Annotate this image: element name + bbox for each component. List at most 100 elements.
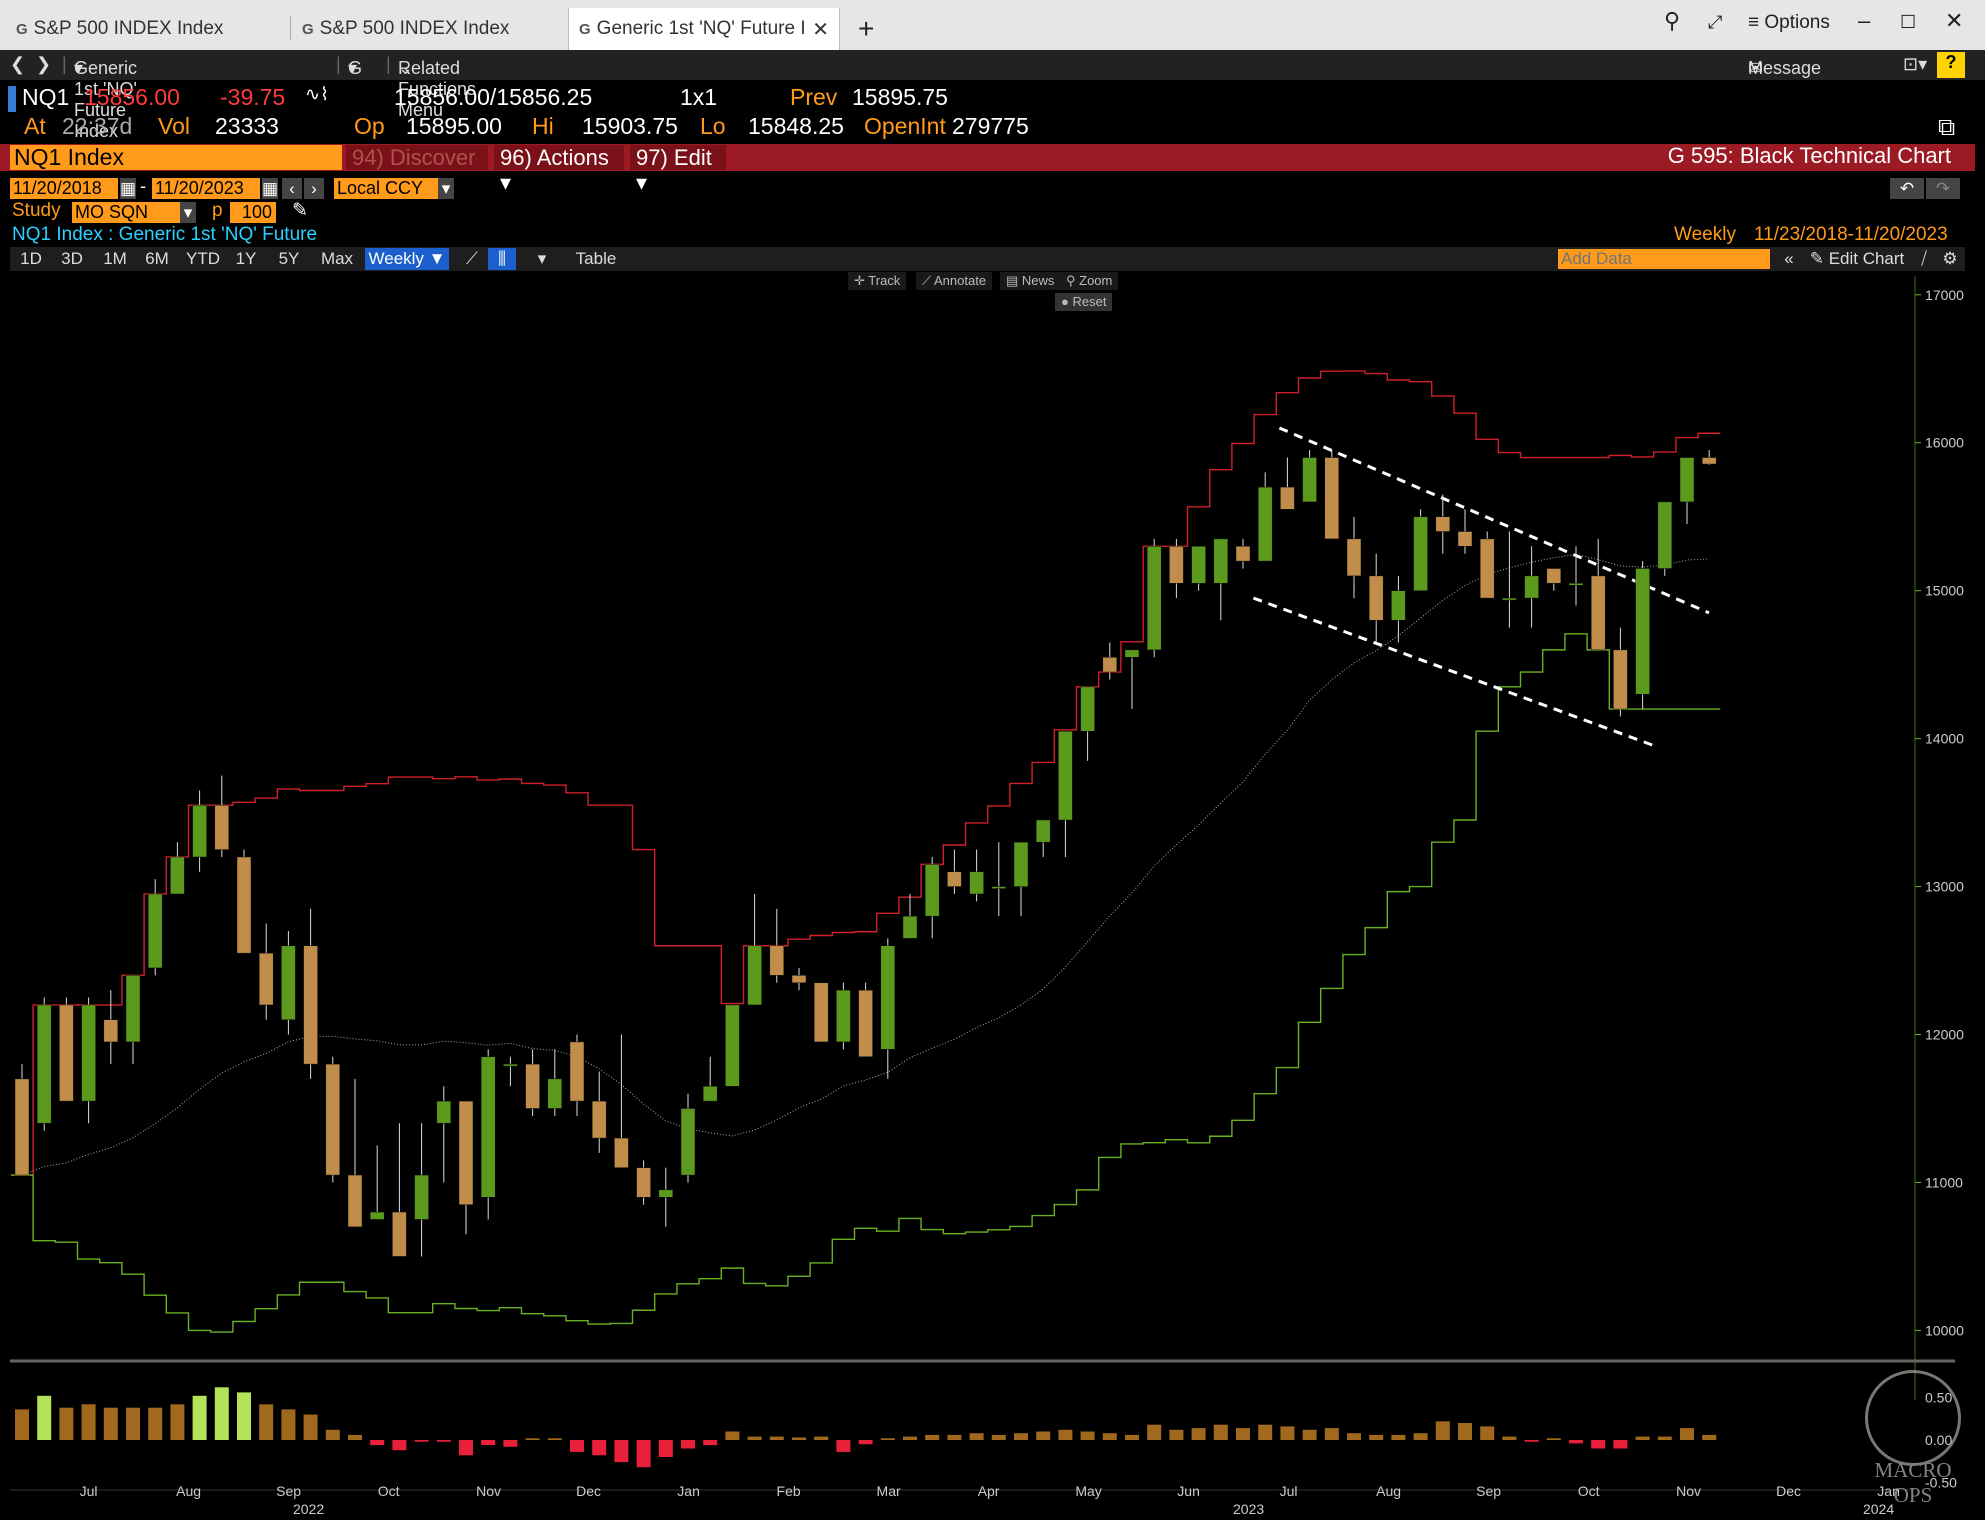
currency-select[interactable]: Local CCY (334, 178, 438, 199)
candle-body (969, 871, 984, 895)
y-tick-label: 10000 (1925, 1322, 1964, 1338)
hist-bar (148, 1407, 163, 1440)
hist-bar (525, 1438, 540, 1440)
hist-bar (237, 1392, 251, 1440)
candle (1191, 546, 1206, 591)
hist-bar (1657, 1436, 1672, 1440)
maximize-icon[interactable]: ☐ (1900, 12, 1916, 33)
fullscreen-icon[interactable]: ⤢ (1708, 12, 1722, 33)
next-period-icon[interactable]: › (304, 178, 324, 199)
gear-icon[interactable]: ⚙ (1938, 248, 1962, 270)
candle-body (1035, 819, 1051, 843)
close-window-icon[interactable]: ✕ (1945, 8, 1963, 34)
chevron-down-icon[interactable]: ▾ (438, 178, 454, 199)
timeframe-6m[interactable]: 6M (138, 248, 176, 270)
watermark-logo: MACRO OPS (1858, 1370, 1968, 1507)
hist-bar (1169, 1429, 1184, 1440)
candle-body (1346, 538, 1362, 577)
x-month-label: May (1075, 1483, 1101, 1499)
timeframe-5y[interactable]: 5Y (268, 248, 310, 270)
candle-body (1169, 546, 1184, 584)
close-tab-icon[interactable]: ✕ (812, 17, 829, 42)
candle-body (303, 945, 318, 1065)
candle-body (1524, 575, 1539, 599)
price-chart[interactable]: 10000 11000 12000 13000 14000 15000 16000 17000… (0, 272, 1985, 1520)
candle-body (1502, 597, 1517, 601)
hist-bar (126, 1407, 140, 1440)
window-menu-icon[interactable]: ⊡▾ (1903, 54, 1927, 75)
timeframe-ytd[interactable]: YTD (180, 248, 226, 270)
discover-button[interactable]: 94) Discover ▾ (346, 145, 488, 195)
candle-body (325, 1063, 341, 1176)
candle-body (436, 1100, 452, 1124)
candlestick-icon[interactable]: ⫼ (488, 248, 516, 270)
popout-icon[interactable]: ⧉ (1938, 114, 1955, 142)
line-chart-icon[interactable]: ⟋ (458, 248, 486, 270)
hist-bar (1702, 1434, 1717, 1440)
x-month-label: Jun (1177, 1483, 1200, 1499)
forward-arrow-icon[interactable]: ❯ (36, 54, 51, 75)
options-label: Options (1764, 12, 1830, 33)
hist-bar (1147, 1424, 1162, 1440)
candle-body (791, 975, 807, 983)
end-date-field[interactable]: 11/20/2023 (152, 178, 260, 199)
candle-body (547, 1078, 563, 1109)
timeframe-max[interactable]: Max (314, 248, 360, 270)
period-select[interactable]: Weekly ▼ (365, 248, 449, 270)
redo-icon[interactable]: ↷ (1926, 178, 1960, 199)
tab-spx-2[interactable]: G S&P 500 INDEX Index (292, 8, 567, 50)
timeframe-1d[interactable]: 1D (14, 248, 48, 270)
timeframe-1y[interactable]: 1Y (228, 248, 264, 270)
hist-bar (570, 1440, 584, 1452)
search-icon[interactable]: ⚲ (1664, 8, 1680, 34)
candle (702, 1056, 718, 1102)
start-date-field[interactable]: 11/20/2018 (10, 178, 118, 199)
calendar-icon[interactable]: ▦ (120, 178, 136, 199)
candle-body (1102, 657, 1118, 673)
actions-button[interactable]: 96) Actions ▾ (494, 145, 624, 195)
candle-body (14, 1078, 30, 1176)
help-button[interactable]: ? (1937, 52, 1965, 78)
timeframe-1m[interactable]: 1M (96, 248, 134, 270)
edit-chart-button[interactable]: ✎ Edit Chart (1806, 248, 1908, 270)
hist-bar (481, 1440, 496, 1446)
candle-body (1213, 538, 1229, 584)
add-data-input[interactable] (1558, 249, 1770, 269)
open-interest: 279775 (952, 113, 1029, 139)
candle-body (36, 1004, 52, 1124)
minimize-icon[interactable]: – (1858, 8, 1870, 34)
p-value-field[interactable]: 100 (230, 202, 276, 223)
tab-nq-future[interactable]: G Generic 1st 'NQ' Future Ind ✕ (568, 8, 840, 50)
pencil-icon[interactable]: ✎ (292, 199, 308, 222)
collapse-icon[interactable]: « (1776, 248, 1802, 270)
edit-button[interactable]: 97) Edit ▾ (630, 145, 726, 195)
hist-bar (281, 1409, 296, 1440)
timeframe-3d[interactable]: 3D (52, 248, 92, 270)
candle-body (1479, 538, 1495, 599)
candle (1080, 686, 1095, 761)
candle (1013, 841, 1029, 917)
study-select[interactable]: MO SQN (72, 202, 180, 223)
candle-body (281, 945, 296, 1020)
table-button[interactable]: Table (560, 248, 632, 270)
tab-spx-1[interactable]: G S&P 500 INDEX Index (6, 8, 286, 50)
back-arrow-icon[interactable]: ❮ (10, 54, 25, 75)
edit-icon[interactable]: ⧸ (1912, 248, 1936, 270)
calendar-icon[interactable]: ▦ (262, 178, 278, 199)
candle (1035, 819, 1051, 857)
hist-bar (37, 1395, 52, 1440)
hist-bar (1258, 1424, 1273, 1440)
chevron-down-icon[interactable]: ▾ (180, 202, 196, 223)
chevron-down-icon[interactable]: ▾ (528, 248, 556, 270)
new-tab-button[interactable]: + (848, 8, 888, 50)
prev-period-icon[interactable]: ‹ (282, 178, 302, 199)
candle-body (503, 1063, 518, 1067)
security-field[interactable]: NQ1 Index (10, 145, 342, 170)
bloomberg-g-icon: G (579, 20, 591, 38)
date-dash: - (140, 176, 146, 196)
edit-chart-label: Edit Chart (1828, 249, 1905, 268)
hist-bar (747, 1436, 762, 1440)
net-change: -39.75 (220, 84, 286, 110)
undo-icon[interactable]: ↶ (1890, 178, 1924, 199)
options-menu[interactable]: ≡ Options (1748, 12, 1830, 34)
